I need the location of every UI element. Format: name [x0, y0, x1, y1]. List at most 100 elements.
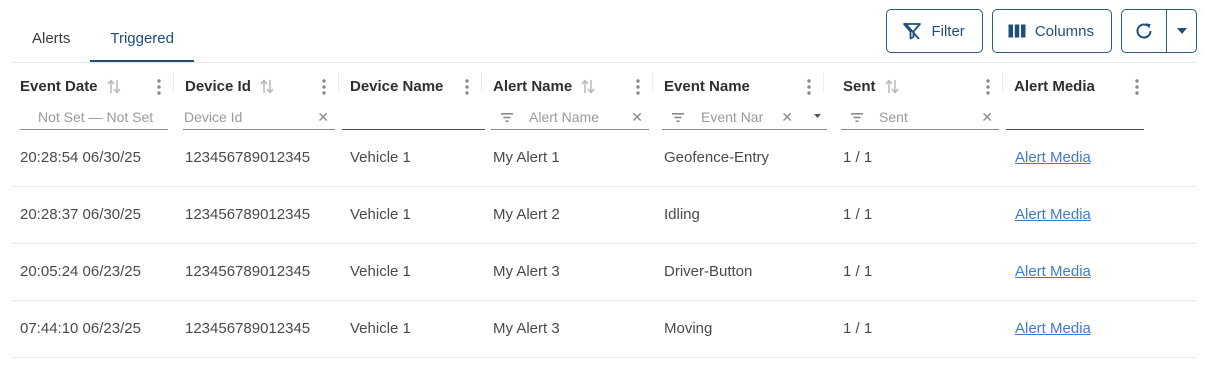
filter-button[interactable]: Filter	[886, 9, 983, 53]
clear-filter-icon[interactable]: ✕	[781, 109, 793, 126]
device-name-cell: Vehicle 1	[350, 206, 411, 223]
clear-filter-icon[interactable]: ✕	[317, 109, 329, 126]
column-title-text: Event Date	[20, 78, 98, 95]
column-separator	[481, 72, 482, 92]
column-menu-icon[interactable]	[460, 78, 474, 96]
clear-filter-icon[interactable]: ✕	[981, 109, 993, 126]
column-title: Event Name	[664, 78, 750, 95]
column-title-text: Alert Media	[1014, 78, 1095, 95]
alert-media-link[interactable]: Alert Media	[1015, 149, 1091, 166]
refresh-button[interactable]	[1122, 10, 1166, 52]
alert-name-filter-input[interactable]: Alert Name ✕	[491, 104, 649, 130]
alert-media-link[interactable]: Alert Media	[1015, 263, 1091, 280]
table-row[interactable]: 20:28:54 06/30/25 123456789012345 Vehicl…	[12, 130, 1196, 187]
column-title-text: Sent	[843, 78, 876, 95]
table-row[interactable]: 20:05:24 06/23/25 123456789012345 Vehicl…	[12, 244, 1196, 301]
column-header-device-id: Device Id Device Id ✕	[177, 72, 339, 130]
filter-placeholder: Sent	[879, 108, 908, 125]
triggered-alerts-table: Event Date Not Set — Not Set Device Id D…	[12, 72, 1196, 358]
column-title-text: Device Id	[185, 78, 251, 95]
column-menu-icon[interactable]	[317, 78, 331, 96]
tab-bar: Alerts Triggered	[12, 14, 194, 62]
event-name-filter-select[interactable]: Event Nar ✕	[662, 104, 827, 130]
column-title: Device Id	[185, 78, 274, 95]
caret-down-icon	[1176, 28, 1187, 34]
alert-name-cell: My Alert 2	[493, 206, 560, 223]
alert-media-link[interactable]: Alert Media	[1015, 320, 1091, 337]
refresh-icon	[1136, 23, 1152, 39]
device-name-filter-input[interactable]	[342, 104, 485, 130]
column-menu-icon[interactable]	[631, 78, 645, 96]
device-id-cell: 123456789012345	[185, 149, 311, 166]
column-title-text: Event Name	[664, 78, 750, 95]
column-separator	[338, 72, 339, 92]
column-header-sent: Sent Sent ✕	[835, 72, 1003, 130]
column-header-event-name: Event Name Event Nar ✕	[656, 72, 827, 130]
refresh-split-button	[1121, 9, 1197, 53]
columns-icon	[1008, 24, 1026, 38]
sort-icon[interactable]	[260, 79, 274, 94]
event-name-cell: Geofence-Entry	[664, 149, 770, 166]
sort-icon[interactable]	[581, 79, 595, 94]
table-header-row: Event Date Not Set — Not Set Device Id D…	[12, 72, 1196, 130]
column-header-alert-media: Alert Media	[1006, 72, 1146, 130]
event-name-cell: Driver-Button	[664, 263, 753, 280]
event-date-cell: 20:28:37 06/30/25	[20, 206, 141, 223]
filter-placeholder: Device Id	[184, 108, 243, 125]
sent-cell: 1 / 1	[843, 149, 873, 166]
event-name-cell: Idling	[664, 206, 700, 223]
device-name-cell: Vehicle 1	[350, 263, 411, 280]
table-body: 20:28:54 06/30/25 123456789012345 Vehicl…	[12, 130, 1196, 358]
sort-icon[interactable]	[884, 79, 899, 94]
sort-icon[interactable]	[106, 79, 121, 94]
column-menu-icon[interactable]	[981, 78, 995, 96]
device-id-cell: 123456789012345	[185, 320, 311, 337]
filter-button-label: Filter	[931, 22, 965, 40]
event-date-cell: 07:44:10 06/23/25	[20, 320, 141, 337]
device-id-cell: 123456789012345	[185, 263, 311, 280]
columns-button-label: Columns	[1034, 22, 1094, 40]
alert-name-cell: My Alert 3	[493, 263, 560, 280]
filter-list-icon	[501, 113, 513, 122]
refresh-options-dropdown[interactable]	[1166, 10, 1196, 52]
column-title-text: Device Name	[350, 78, 444, 95]
sent-cell: 1 / 1	[843, 320, 873, 337]
alert-media-link[interactable]: Alert Media	[1015, 206, 1091, 223]
table-toolbar: Filter Columns	[886, 9, 1197, 53]
device-name-cell: Vehicle 1	[350, 149, 411, 166]
tab-triggered[interactable]: Triggered	[90, 14, 194, 62]
filter-placeholder: Alert Name	[529, 108, 600, 125]
filter-list-icon	[851, 113, 863, 122]
columns-button[interactable]: Columns	[991, 9, 1112, 53]
event-date-range-filter[interactable]: Not Set — Not Set	[20, 104, 168, 130]
column-separator	[652, 72, 653, 92]
clear-filter-icon[interactable]: ✕	[631, 109, 643, 126]
tab-alerts[interactable]: Alerts	[12, 14, 90, 62]
sent-filter-input[interactable]: Sent ✕	[841, 104, 999, 130]
column-header-event-date: Event Date Not Set — Not Set	[12, 72, 174, 130]
column-title-text: Alert Name	[493, 78, 573, 95]
table-row[interactable]: 07:44:10 06/23/25 123456789012345 Vehicl…	[12, 301, 1196, 358]
event-date-cell: 20:05:24 06/23/25	[20, 263, 141, 280]
device-name-cell: Vehicle 1	[350, 320, 411, 337]
device-id-cell: 123456789012345	[185, 206, 311, 223]
device-id-filter-input[interactable]: Device Id ✕	[183, 104, 335, 130]
alert-name-cell: My Alert 3	[493, 320, 560, 337]
column-title: Sent	[843, 78, 899, 95]
caret-down-icon[interactable]	[814, 114, 821, 118]
filter-list-icon	[672, 113, 684, 122]
column-menu-icon[interactable]	[1130, 78, 1144, 96]
sent-cell: 1 / 1	[843, 206, 873, 223]
column-header-alert-name: Alert Name Alert Name ✕	[485, 72, 653, 130]
column-menu-icon[interactable]	[802, 78, 816, 96]
column-menu-icon[interactable]	[152, 78, 166, 96]
filter-off-icon	[903, 22, 922, 40]
alert-media-filter-input[interactable]	[1006, 104, 1144, 130]
filter-placeholder: Not Set — Not Set	[38, 108, 154, 125]
table-row[interactable]: 20:28:37 06/30/25 123456789012345 Vehicl…	[12, 187, 1196, 244]
column-title: Device Name	[350, 78, 443, 95]
event-name-cell: Moving	[664, 320, 713, 337]
alert-name-cell: My Alert 1	[493, 149, 560, 166]
column-separator	[823, 72, 824, 92]
column-title: Alert Media	[1014, 78, 1095, 95]
